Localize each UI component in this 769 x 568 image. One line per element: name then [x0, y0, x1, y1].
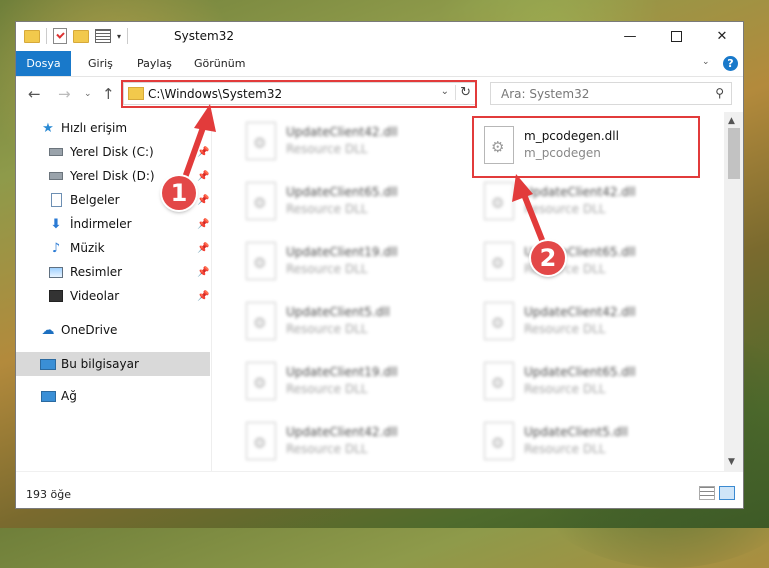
arrow-1-head	[194, 104, 216, 132]
step-1-badge: 1	[162, 176, 196, 210]
arrow-2-head	[512, 174, 533, 202]
step-2-badge: 2	[531, 241, 565, 275]
annotation-arrows	[179, 104, 551, 258]
